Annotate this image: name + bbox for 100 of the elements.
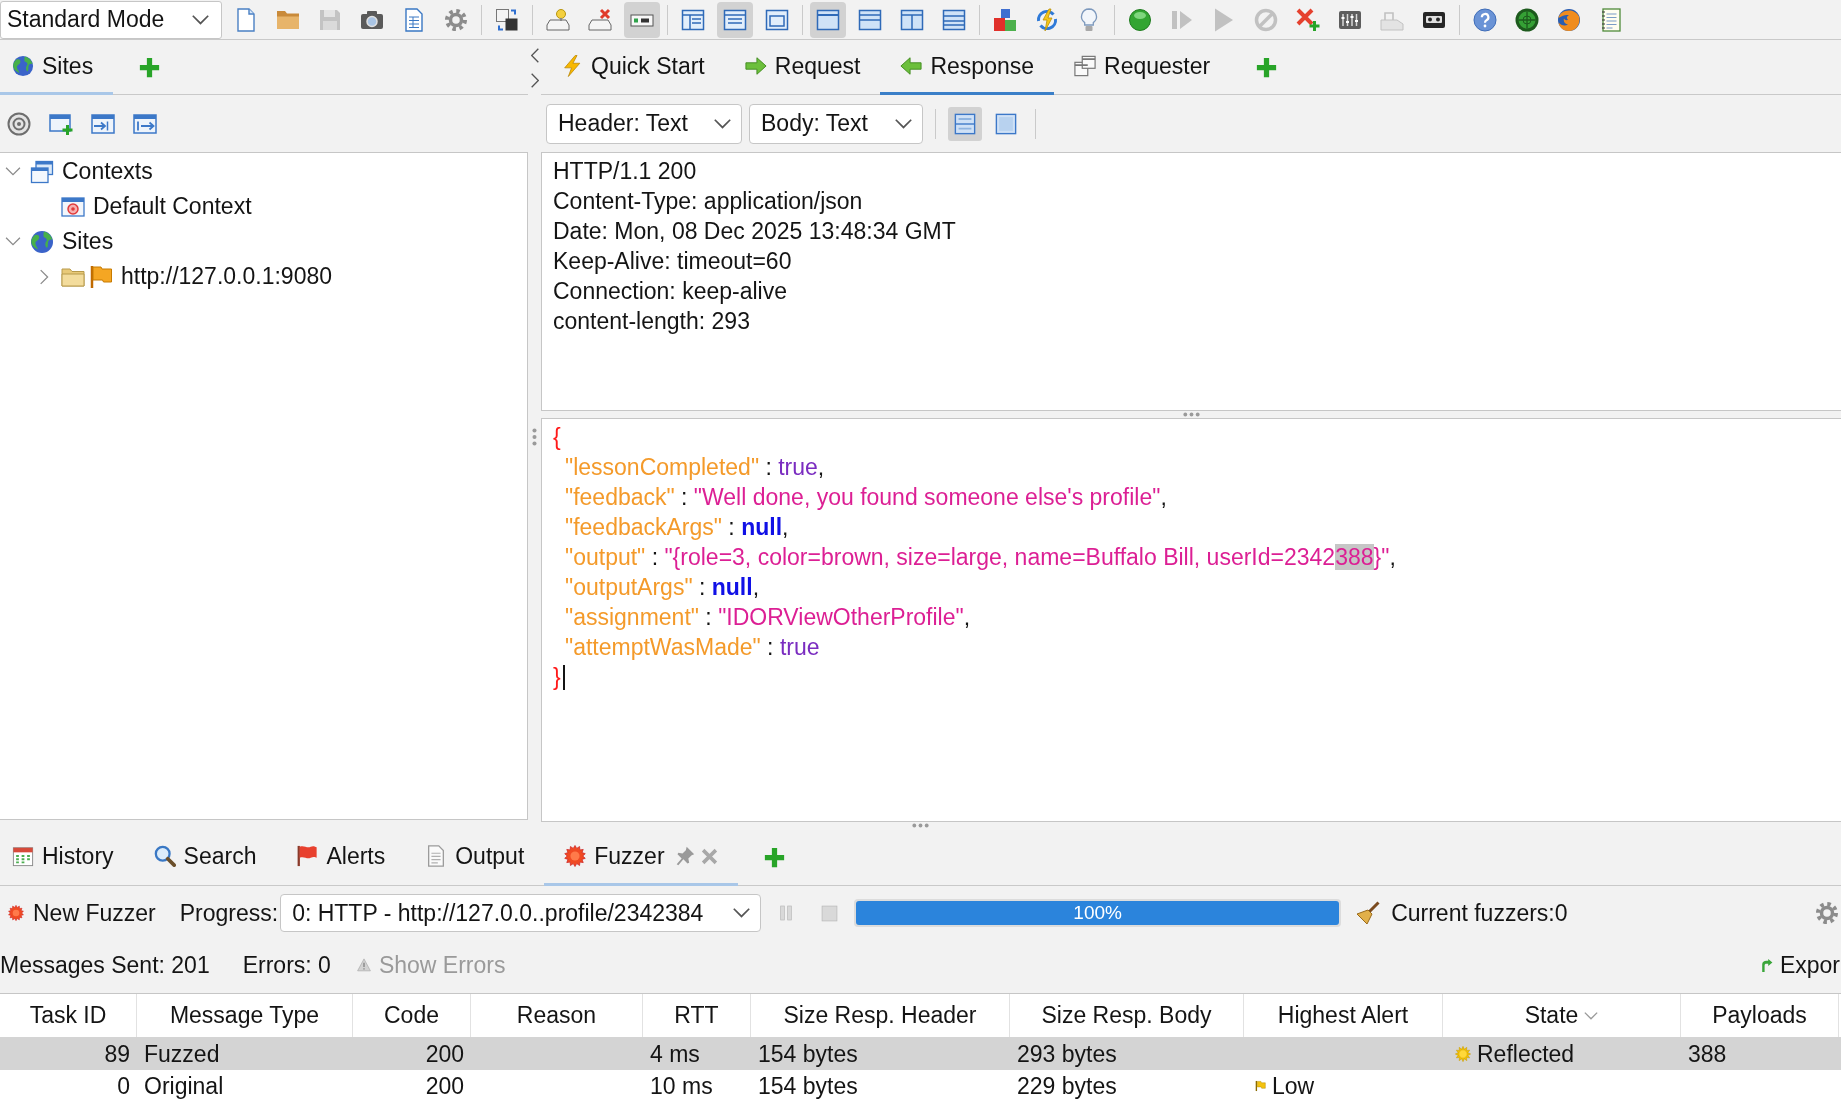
add-tab-icon[interactable] [763, 846, 785, 868]
prohibited-icon [1254, 7, 1278, 32]
table-cell: 10 ms [650, 1072, 713, 1100]
device-cross-icon [588, 7, 612, 32]
tab[interactable]: Search [133, 829, 277, 886]
chevron-right-icon[interactable] [530, 73, 539, 88]
search-icon [153, 845, 176, 867]
swap-windows-icon [495, 7, 519, 32]
spreadsheet-icon [402, 7, 426, 32]
column-header[interactable]: Highest Alert [1244, 994, 1443, 1037]
layout-toggle-button[interactable] [948, 106, 982, 141]
header-line: Date: Mon, 08 Dec 2025 13:48:34 GMT [553, 217, 956, 246]
globe-icon [12, 55, 34, 77]
arrow-right-icon [744, 55, 767, 77]
pin-icon[interactable] [674, 846, 695, 866]
header-line: HTTP/1.1 200 [553, 157, 697, 186]
chevron-down-icon[interactable] [5, 167, 21, 176]
table-cell: Fuzzed [144, 1040, 220, 1068]
header-line: Content-Type: application/json [553, 187, 863, 216]
text-caret [562, 664, 565, 690]
progress-label: Progress: [179, 899, 279, 927]
tree-item[interactable]: Contexts [62, 158, 153, 185]
header-line: Connection: keep-alive [553, 277, 787, 306]
sort-caret-icon [1584, 1011, 1599, 1020]
fuzzer-dropdown[interactable]: 0: HTTP - http://127.0.0..profile/2342384 [280, 894, 762, 932]
lightning-icon [561, 55, 583, 77]
mode-dropdown[interactable]: Standard Mode [0, 0, 222, 39]
splitter-grip-icon[interactable] [1182, 412, 1200, 417]
code-line: "outputArgs" : null, [565, 573, 760, 602]
code-line: "lessonCompleted" : true, [565, 453, 825, 482]
split-view-icon [954, 112, 976, 135]
table-cell: 388 [1688, 1040, 1727, 1068]
starburst-icon [8, 905, 24, 921]
add-tab-icon[interactable] [139, 56, 161, 78]
header-line: Keep-Alive: timeout=60 [553, 247, 792, 276]
code-line: "output" : "{role=3, color=brown, size=large, name=Buffalo Bill, userId=2342388}", [565, 543, 1396, 572]
tab[interactable]: Requester [1054, 40, 1231, 95]
column-header[interactable]: RTT [643, 994, 751, 1037]
export-link[interactable]: Expor [1760, 951, 1840, 979]
settings-icon [444, 7, 468, 32]
progress-reading: 100% [1073, 901, 1122, 925]
tab[interactable]: Request [724, 40, 881, 95]
window-layout-icon [765, 7, 789, 32]
column-header[interactable]: Code [353, 994, 471, 1037]
splitter-grip-icon[interactable] [912, 823, 929, 828]
tab[interactable]: Fuzzer [544, 829, 738, 886]
caret-icon [192, 14, 209, 25]
tab[interactable]: Sites [0, 40, 114, 95]
radar-icon [1515, 7, 1539, 32]
calendar-icon [12, 845, 34, 867]
column-header[interactable]: Message Type [137, 994, 353, 1037]
code-line: { [553, 423, 561, 452]
code-line: "attemptWasMade" : true [565, 633, 820, 662]
column-header[interactable]: Size Resp. Body [1010, 994, 1244, 1037]
tab[interactable]: History [0, 829, 134, 886]
stacked-windows-icon [30, 159, 54, 184]
target-window-icon [61, 194, 85, 219]
tree-item[interactable]: http://127.0.0.1:9080 [121, 263, 332, 290]
new-fuzzer-action[interactable]: New Fuzzer [8, 899, 156, 927]
add-tab-icon[interactable] [1256, 56, 1278, 78]
table-cell: 0 [117, 1072, 130, 1100]
target-icon[interactable] [7, 111, 31, 136]
format-dropdown[interactable]: Body: Text [749, 103, 923, 144]
table-cell: Reflected [1477, 1040, 1575, 1068]
code-line: "feedback" : "Well done, you found someone else's profile", [565, 483, 1167, 512]
sun-icon [1455, 1046, 1471, 1062]
close-icon[interactable] [700, 847, 718, 865]
broom-icon[interactable] [1356, 901, 1381, 925]
chevron-right-icon[interactable] [39, 268, 49, 285]
window-plus-icon[interactable] [49, 111, 73, 136]
tab[interactable]: Quick Start [541, 40, 725, 95]
document-icon [234, 7, 258, 32]
window-panel-icon [858, 7, 882, 32]
browser-icon [1557, 7, 1581, 32]
settings-icon[interactable] [1815, 901, 1839, 925]
column-header[interactable]: Size Resp. Header [751, 994, 1010, 1037]
window-panel-icon [900, 7, 924, 32]
tab[interactable]: Response [880, 40, 1054, 95]
tree-item[interactable]: Default Context [93, 193, 252, 220]
table-cell: 154 bytes [758, 1072, 858, 1100]
tab[interactable]: Output [405, 829, 545, 886]
table-cell: 200 [425, 1040, 464, 1068]
tab[interactable]: Alerts [276, 829, 406, 886]
table-cell: 89 [104, 1040, 130, 1068]
caret-icon [733, 908, 751, 918]
column-header[interactable]: Payloads [1681, 994, 1839, 1037]
splitter-grip-icon[interactable] [532, 428, 537, 446]
chevron-down-icon[interactable] [5, 237, 21, 246]
column-header[interactable]: State [1443, 994, 1681, 1037]
tree-item[interactable]: Sites [62, 228, 114, 255]
single-view-icon [995, 112, 1017, 135]
column-header[interactable]: Reason [471, 994, 643, 1037]
notepad-icon [1599, 7, 1623, 32]
window-panel-icon [816, 7, 840, 32]
format-dropdown[interactable]: Header: Text [546, 103, 742, 144]
table-row[interactable]: 89 Fuzzed 200 4 ms 154 bytes 293 bytes Reflected 388 [0, 1038, 1841, 1070]
chevron-left-icon[interactable] [530, 48, 539, 63]
table-cell: Original [144, 1072, 224, 1100]
column-header[interactable]: Task ID [0, 994, 137, 1037]
table-cell: 4 ms [650, 1040, 700, 1068]
